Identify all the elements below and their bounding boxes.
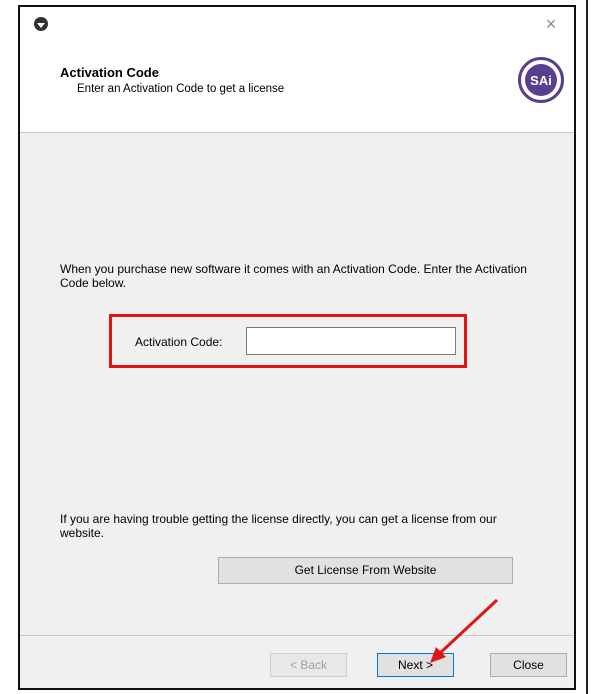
close-button[interactable]: Close (490, 653, 567, 677)
trouble-text: If you are having trouble getting the li… (60, 512, 497, 540)
intro-text: When you purchase new software it comes … (60, 262, 527, 290)
wizard-header: Activation Code Enter an Activation Code… (20, 45, 574, 133)
back-button[interactable]: < Back (270, 653, 347, 677)
page-title: Activation Code (60, 65, 159, 80)
sai-logo-text: SAi (525, 64, 557, 96)
activation-code-input[interactable] (246, 327, 456, 355)
dialog-window: × Activation Code Enter an Activation Co… (18, 5, 576, 690)
get-license-website-button[interactable]: Get License From Website (218, 557, 513, 584)
next-button[interactable]: Next > (377, 653, 454, 677)
download-icon (34, 17, 48, 31)
activation-code-label: Activation Code: (135, 335, 223, 349)
title-bar: × (20, 7, 574, 45)
page-subtitle: Enter an Activation Code to get a licens… (77, 83, 285, 95)
sai-logo: SAi (518, 57, 564, 103)
close-icon[interactable]: × (542, 15, 560, 33)
footer-divider (20, 635, 574, 636)
window-edge (586, 0, 588, 694)
